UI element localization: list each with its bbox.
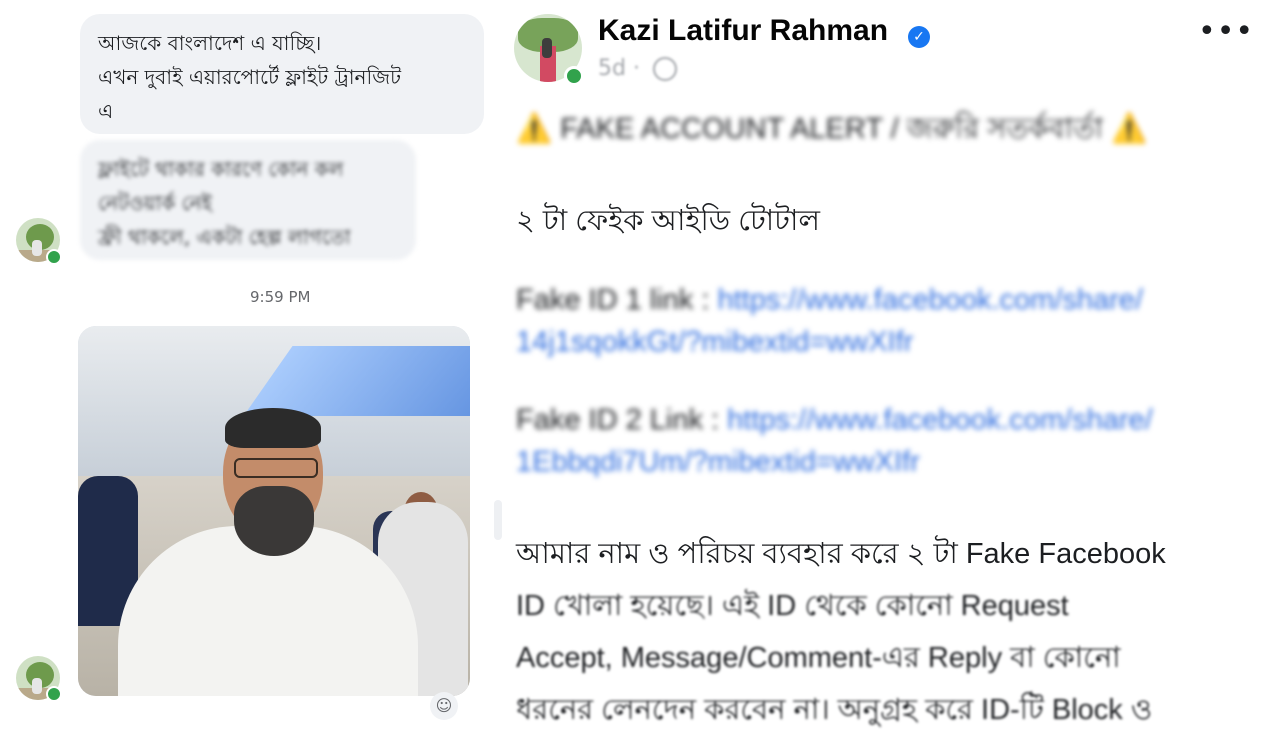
fake-id-2-link-cont[interactable]: 1Ebbqdi7Um/?mibextid=wwXIfr — [516, 446, 920, 479]
warning-icon: ⚠️ — [516, 113, 553, 145]
message-timestamp: 9:59 PM — [250, 288, 311, 306]
message-line: আজকে বাংলাদেশ এ যাচ্ছি। — [98, 31, 322, 55]
shared-photo[interactable] — [78, 326, 470, 696]
online-indicator — [564, 66, 584, 86]
message-bubble-1[interactable]: আজকে বাংলাদেশ এ যাচ্ছি। এখন দুবাই এয়ারপ… — [80, 14, 484, 134]
more-options-icon[interactable]: ••• — [1198, 14, 1254, 49]
body-line: আমার নাম ও পরিচয় ব্যবহার করে ২ টা Fake … — [516, 538, 1166, 570]
body-line: ID খোলা হয়েছে। এই ID থেকে কোনো Request — [516, 590, 1069, 622]
fake-id-1-line: Fake ID 1 link : https://www.facebook.co… — [516, 284, 1143, 317]
fake-id-1-link[interactable]: https://www.facebook.com/share/ — [717, 284, 1143, 316]
fake-id-2-line: Fake ID 2 Link : https://www.facebook.co… — [516, 404, 1153, 437]
total-text: ২ টা ফেইক আইডি টোটাল — [516, 205, 820, 237]
fake-id-2-link[interactable]: https://www.facebook.com/share/ — [727, 404, 1153, 436]
fake-id-2-label: Fake ID 2 Link : — [516, 404, 728, 436]
messenger-pane: আজকে বাংলাদেশ এ যাচ্ছি। এখন দুবাই এয়ারপ… — [0, 0, 500, 720]
post-meta: 5d · — [598, 56, 677, 81]
message-line: এ — [98, 99, 114, 123]
add-reaction-icon[interactable]: ☺ — [430, 692, 458, 720]
message-bubble-2[interactable]: ফ্লাইটে থাকার কারণে কোন কল নেটওয়ার্ক নে… — [80, 140, 416, 260]
alert-text: FAKE ACCOUNT ALERT / জরুরি সতর্কবার্তা — [560, 113, 1104, 145]
author-name[interactable]: Kazi Latifur Rahman — [598, 14, 888, 48]
message-line: এখন দুবাই এয়ারপোর্টে ফ্লাইট ট্রানজিট — [98, 65, 401, 89]
alert-heading: ⚠️ FAKE ACCOUNT ALERT / জরুরি সতর্কবার্ত… — [516, 106, 1147, 155]
online-indicator — [46, 686, 62, 702]
globe-icon — [652, 57, 677, 81]
fake-id-1-label: Fake ID 1 link : — [516, 284, 718, 316]
body-line: Accept, Message/Comment-এর Reply বা কোনো — [516, 642, 1121, 674]
message-line: ফ্লাইটে থাকার কারণে কোন কল — [98, 157, 344, 181]
body-line: ধরনের লেনদেন করবেন না। অনুগ্রহ করে ID-টি… — [516, 694, 1153, 726]
pane-divider — [494, 500, 502, 540]
post-time[interactable]: 5d — [598, 56, 626, 81]
warning-icon: ⚠️ — [1111, 113, 1148, 145]
message-line: ফ্রী থাকলে, একটা হেল্প লাগতো — [98, 225, 351, 249]
fake-id-1-link-cont[interactable]: 14j1sqokkGt/?mibextid=wwXIfr — [516, 326, 913, 359]
facebook-post: Kazi Latifur Rahman ✓ 5d · ••• ⚠️ FAKE A… — [504, 0, 1280, 726]
post-body: আমার নাম ও পরিচয় ব্যবহার করে ২ টা Fake … — [516, 528, 1166, 736]
verified-badge-icon: ✓ — [908, 26, 930, 48]
message-line: নেটওয়ার্ক নেই — [98, 191, 213, 215]
online-indicator — [46, 249, 62, 265]
